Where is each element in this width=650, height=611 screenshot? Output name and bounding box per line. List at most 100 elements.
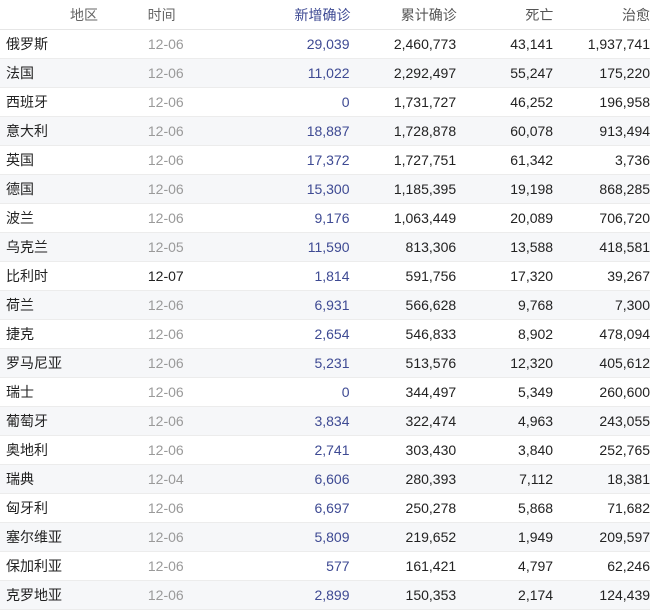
cell-new-confirmed: 5,809 xyxy=(314,529,350,545)
table-row[interactable]: 罗马尼亚 12-06 5,231 513,576 12,320 405,612 xyxy=(0,349,650,378)
cell-time: 12-06 xyxy=(147,36,184,52)
cell-deaths: 19,198 xyxy=(510,181,554,197)
header-deaths[interactable]: 死亡 xyxy=(457,5,553,25)
header-region[interactable]: 地区 xyxy=(0,5,138,25)
table-row[interactable]: 西班牙 12-06 0 1,731,727 46,252 196,958 xyxy=(0,88,650,117)
cell-time: 12-06 xyxy=(147,152,184,168)
cell-total-confirmed: 322,474 xyxy=(405,413,457,429)
cell-cured: 175,220 xyxy=(599,65,650,81)
cell-time: 12-06 xyxy=(147,94,184,110)
cell-deaths: 8,902 xyxy=(518,326,554,342)
cell-total-confirmed: 1,728,878 xyxy=(393,123,457,139)
cell-total-confirmed: 161,421 xyxy=(405,558,457,574)
table-row[interactable]: 瑞士 12-06 0 344,497 5,349 260,600 xyxy=(0,378,650,407)
cell-cured: 71,682 xyxy=(607,500,650,516)
cell-time: 12-06 xyxy=(147,529,184,545)
cell-cured: 209,597 xyxy=(599,529,650,545)
cell-time: 12-06 xyxy=(147,587,184,603)
cell-total-confirmed: 150,353 xyxy=(405,587,457,603)
cell-total-confirmed: 280,393 xyxy=(405,471,457,487)
cell-cured: 1,937,741 xyxy=(587,36,650,52)
cell-cured: 252,765 xyxy=(599,442,650,458)
cell-region: 德国 xyxy=(6,181,34,197)
header-total-confirmed[interactable]: 累计确诊 xyxy=(351,5,457,25)
cell-region: 俄罗斯 xyxy=(6,36,48,52)
cell-time: 12-06 xyxy=(147,297,184,313)
table-row[interactable]: 波兰 12-06 9,176 1,063,449 20,089 706,720 xyxy=(0,204,650,233)
cell-region: 瑞典 xyxy=(6,471,34,487)
cell-cured: 243,055 xyxy=(599,413,650,429)
table-row[interactable]: 捷克 12-06 2,654 546,833 8,902 478,094 xyxy=(0,320,650,349)
cell-region: 比利时 xyxy=(6,268,48,284)
header-time[interactable]: 时间 xyxy=(138,5,254,25)
cell-total-confirmed: 2,460,773 xyxy=(393,36,457,52)
table-row[interactable]: 比利时 12-07 1,814 591,756 17,320 39,267 xyxy=(0,262,650,291)
cell-region: 匈牙利 xyxy=(6,500,48,516)
cell-deaths: 12,320 xyxy=(510,355,554,371)
cell-deaths: 2,174 xyxy=(518,587,554,603)
cell-region: 荷兰 xyxy=(6,297,34,313)
cell-region: 捷克 xyxy=(6,326,34,342)
cell-total-confirmed: 591,756 xyxy=(405,268,457,284)
cell-cured: 478,094 xyxy=(599,326,650,342)
cell-new-confirmed: 1,814 xyxy=(314,268,350,284)
table-row[interactable]: 葡萄牙 12-06 3,834 322,474 4,963 243,055 xyxy=(0,407,650,436)
table-row[interactable]: 塞尔维亚 12-06 5,809 219,652 1,949 209,597 xyxy=(0,523,650,552)
cell-cured: 706,720 xyxy=(599,210,650,226)
cell-total-confirmed: 250,278 xyxy=(405,500,457,516)
table-row[interactable]: 瑞典 12-04 6,606 280,393 7,112 18,381 xyxy=(0,465,650,494)
cell-deaths: 5,868 xyxy=(518,500,554,516)
cell-total-confirmed: 1,727,751 xyxy=(393,152,457,168)
cell-new-confirmed: 17,372 xyxy=(306,152,350,168)
table-row[interactable]: 匈牙利 12-06 6,697 250,278 5,868 71,682 xyxy=(0,494,650,523)
cell-deaths: 43,141 xyxy=(510,36,554,52)
cell-region: 意大利 xyxy=(6,123,48,139)
table-row[interactable]: 保加利亚 12-06 577 161,421 4,797 62,246 xyxy=(0,552,650,581)
cell-total-confirmed: 566,628 xyxy=(405,297,457,313)
table-row[interactable]: 法国 12-06 11,022 2,292,497 55,247 175,220 xyxy=(0,59,650,88)
cell-new-confirmed: 29,039 xyxy=(306,36,350,52)
cell-cured: 260,600 xyxy=(599,384,650,400)
table-row[interactable]: 奥地利 12-06 2,741 303,430 3,840 252,765 xyxy=(0,436,650,465)
header-new-confirmed[interactable]: 新增确诊 xyxy=(254,5,351,25)
cell-region: 波兰 xyxy=(6,210,34,226)
cell-deaths: 5,349 xyxy=(518,384,554,400)
header-cured[interactable]: 治愈 xyxy=(553,5,650,25)
cell-new-confirmed: 577 xyxy=(326,558,350,574)
table-row[interactable]: 俄罗斯 12-06 29,039 2,460,773 43,141 1,937,741 xyxy=(0,30,650,59)
cell-deaths: 17,320 xyxy=(510,268,554,284)
cell-cured: 196,958 xyxy=(599,94,650,110)
cell-cured: 62,246 xyxy=(607,558,650,574)
cell-new-confirmed: 0 xyxy=(341,94,350,110)
cell-time: 12-06 xyxy=(147,355,184,371)
cell-total-confirmed: 2,292,497 xyxy=(393,65,457,81)
table-row[interactable]: 德国 12-06 15,300 1,185,395 19,198 868,285 xyxy=(0,175,650,204)
cell-cured: 913,494 xyxy=(599,123,650,139)
cell-total-confirmed: 344,497 xyxy=(405,384,457,400)
table-row[interactable]: 荷兰 12-06 6,931 566,628 9,768 7,300 xyxy=(0,291,650,320)
cell-total-confirmed: 813,306 xyxy=(405,239,457,255)
cell-total-confirmed: 219,652 xyxy=(405,529,457,545)
cell-total-confirmed: 546,833 xyxy=(405,326,457,342)
cell-time: 12-07 xyxy=(147,268,184,284)
cell-cured: 3,736 xyxy=(614,152,650,168)
cell-total-confirmed: 303,430 xyxy=(405,442,457,458)
cell-deaths: 46,252 xyxy=(510,94,554,110)
cell-region: 塞尔维亚 xyxy=(6,529,62,545)
table-header: 地区 时间 新增确诊 累计确诊 死亡 治愈 xyxy=(0,0,650,30)
table-row[interactable]: 克罗地亚 12-06 2,899 150,353 2,174 124,439 xyxy=(0,581,650,610)
cell-time: 12-06 xyxy=(147,65,184,81)
table-row[interactable]: 意大利 12-06 18,887 1,728,878 60,078 913,494 xyxy=(0,117,650,146)
table-row[interactable]: 乌克兰 12-05 11,590 813,306 13,588 418,581 xyxy=(0,233,650,262)
cell-new-confirmed: 18,887 xyxy=(306,123,350,139)
cell-deaths: 4,963 xyxy=(518,413,554,429)
cell-time: 12-06 xyxy=(147,210,184,226)
cell-time: 12-06 xyxy=(147,442,184,458)
cell-region: 克罗地亚 xyxy=(6,587,62,603)
cell-total-confirmed: 513,576 xyxy=(405,355,457,371)
cell-total-confirmed: 1,731,727 xyxy=(393,94,457,110)
cell-new-confirmed: 0 xyxy=(341,384,350,400)
cell-time: 12-06 xyxy=(147,326,184,342)
cell-total-confirmed: 1,063,449 xyxy=(393,210,457,226)
table-row[interactable]: 英国 12-06 17,372 1,727,751 61,342 3,736 xyxy=(0,146,650,175)
